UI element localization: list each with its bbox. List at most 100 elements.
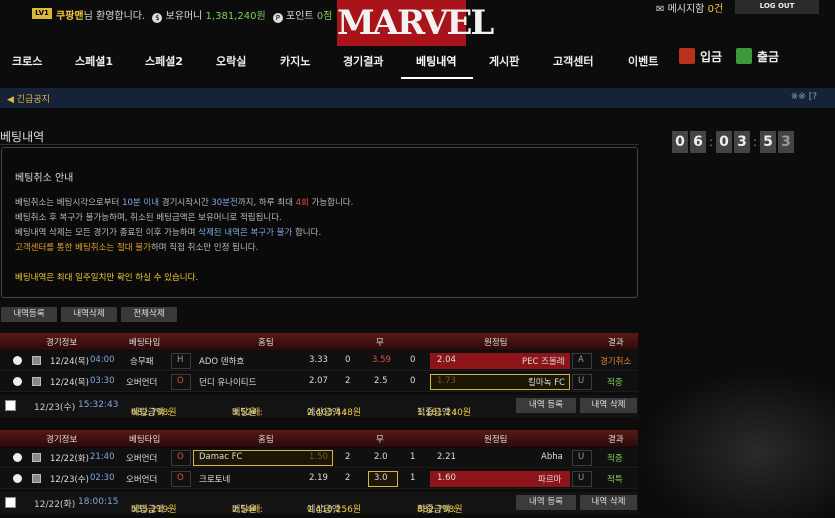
active-tab-underline xyxy=(401,77,473,79)
clock-digit: 5 xyxy=(760,131,776,153)
draw-odds: 2.5 xyxy=(374,376,388,386)
soccer-ball-icon xyxy=(13,474,22,483)
bet-type: 오버언더 xyxy=(126,454,158,464)
delete-history-button[interactable]: 내역삭제 xyxy=(61,307,117,322)
select-checkbox[interactable] xyxy=(5,497,16,508)
home-team: ADO 덴하흐 xyxy=(199,357,245,367)
bet-result: 적중 xyxy=(607,378,623,388)
home-odds: 2.07 xyxy=(309,376,328,386)
match-date: 12/23(수) xyxy=(50,475,89,485)
nav-casino[interactable]: 카지노 xyxy=(280,53,310,69)
welcome-text: 쿠팡맨님 환영합니다. $ 보유머니 1,381,240원 P 포인트 0점 xyxy=(56,7,332,23)
nav-board[interactable]: 게시판 xyxy=(489,53,519,69)
clock-colon: : xyxy=(752,135,758,149)
notice-bar[interactable]: ◀ 긴급공지 ※※ [? xyxy=(0,88,835,108)
select-checkbox[interactable] xyxy=(5,400,16,411)
col-home: 홈팀 xyxy=(258,435,274,445)
register-bet-button[interactable]: 내역 등록 xyxy=(516,495,576,510)
point-label: 포인트 xyxy=(286,11,314,22)
title-divider xyxy=(0,144,639,145)
away-odds: 1.73 xyxy=(437,376,456,386)
col-result: 결과 xyxy=(608,435,624,445)
delete-bet-button[interactable]: 내역 삭제 xyxy=(580,495,637,510)
home-team: 던디 유나이티드 xyxy=(199,378,257,388)
col-home: 홈팀 xyxy=(258,338,274,348)
logout-button[interactable]: LOG OUT xyxy=(735,0,819,14)
away-score: 1 xyxy=(410,473,416,483)
home-score: 2 xyxy=(345,473,351,483)
away-odds: 2.04 xyxy=(437,355,456,365)
bet-type: 오버언더 xyxy=(126,378,158,388)
nav-special2[interactable]: 스페셜2 xyxy=(145,53,183,69)
col-type: 베팅타입 xyxy=(129,435,161,445)
nav-cross[interactable]: 크로스 xyxy=(12,53,42,69)
bet-type: 오버언더 xyxy=(126,475,158,485)
register-bet-button[interactable]: 내역 등록 xyxy=(516,398,576,413)
bet-time: 18:00:15 xyxy=(78,497,119,507)
away-score: 1 xyxy=(410,452,416,462)
bet-table-header: 경기정보 베팅타입 홈팀 무 원정팀 결과 xyxy=(0,333,638,350)
home-score: 0 xyxy=(345,355,351,365)
info-title: 베팅취소 안내 xyxy=(15,173,74,184)
register-history-button[interactable]: 내역등록 xyxy=(1,307,57,322)
away-odds: 1.60 xyxy=(437,473,456,483)
league-flag-icon xyxy=(32,453,41,462)
soccer-ball-icon xyxy=(13,356,22,365)
bet-table-header: 경기정보 베팅타입 홈팀 무 원정팀 결과 xyxy=(0,430,638,447)
message-box-link[interactable]: ✉ 메시지함 0건 xyxy=(656,0,723,15)
delete-bet-button[interactable]: 내역 삭제 xyxy=(580,398,637,413)
deposit-button[interactable]: 입금 xyxy=(679,48,722,65)
match-time: 04:00 xyxy=(90,355,115,365)
bet-result: 적중 xyxy=(607,454,623,464)
away-odds: 2.21 xyxy=(437,452,456,462)
logo[interactable]: MARVEL xyxy=(337,0,494,46)
nav-bet-history[interactable]: 베팅내역 xyxy=(416,53,456,69)
home-team: Damac FC xyxy=(199,452,243,462)
away-flag: U xyxy=(578,376,585,386)
home-flag: O xyxy=(177,473,184,483)
bet-row: 12/24(목) 04:00 승무패 H ADO 덴하흐 3.33 0 3.59… xyxy=(0,351,638,371)
clock-digit: 3 xyxy=(778,131,794,153)
match-time: 02:30 xyxy=(90,473,115,483)
away-team: PEC 즈볼레 xyxy=(522,357,565,367)
match-time: 21:40 xyxy=(90,452,115,462)
away-team: 파르마 xyxy=(538,475,562,485)
deposit-label: 입금 xyxy=(700,50,723,64)
main-nav: 크로스 스페셜1 스페셜2 오락실 카지노 경기결과 베팅내역 게시판 고객센터… xyxy=(0,46,835,80)
nav-arcade[interactable]: 오락실 xyxy=(216,53,246,69)
col-info: 경기정보 xyxy=(46,435,78,445)
draw-odds: 3.0 xyxy=(374,473,388,483)
nav-support[interactable]: 고객센터 xyxy=(553,53,593,69)
message-count: 0건 xyxy=(707,4,724,15)
clock-colon: : xyxy=(708,135,714,149)
col-away: 원정팀 xyxy=(484,435,508,445)
away-flag: U xyxy=(578,452,585,462)
deposit-icon xyxy=(679,48,695,64)
info-line-3: 베팅내역 삭제는 모든 경기가 종료된 이후 가능하며 삭제된 내역은 복구가 … xyxy=(15,228,322,238)
withdraw-button[interactable]: 출금 xyxy=(736,48,779,65)
bet-summary: 12/22(화) 18:00:15 베팅금액 : 555,219원 배당율 : … xyxy=(0,492,638,515)
money-label: 보유머니 xyxy=(165,11,203,22)
welcome-suffix: 님 환영합니다. xyxy=(83,11,146,22)
cancel-info-box: 베팅취소 안내 베팅취소는 베팅시각으로부터 10분 이내 경기시작시간 30분… xyxy=(1,147,638,298)
bet-date: 12/23(수) xyxy=(34,403,76,413)
draw-odds: 3.59 xyxy=(372,355,391,365)
bet-row: 12/23(수) 02:30 오버언더 O 크로토네 2.19 2 3.0 1 … xyxy=(0,469,638,489)
nav-special1[interactable]: 스페셜1 xyxy=(75,53,113,69)
info-line-1: 베팅취소는 베팅시각으로부터 10분 이내 경기시작시간 30분전까지, 하루 … xyxy=(15,198,354,208)
delete-all-button[interactable]: 전체삭제 xyxy=(121,307,177,322)
match-date: 12/22(화) xyxy=(50,454,89,464)
envelope-icon: ✉ xyxy=(656,4,665,15)
away-flag: A xyxy=(578,355,584,365)
col-draw: 무 xyxy=(376,435,384,445)
point-value: 0점 xyxy=(316,11,333,22)
draw-odds: 2.0 xyxy=(374,452,388,462)
username: 쿠팡맨 xyxy=(56,11,84,22)
nav-results[interactable]: 경기결과 xyxy=(343,53,383,69)
nav-event[interactable]: 이벤트 xyxy=(628,53,658,69)
col-draw: 무 xyxy=(376,338,384,348)
home-flag: O xyxy=(177,376,184,386)
bet-type: 승무패 xyxy=(130,357,154,367)
col-info: 경기정보 xyxy=(46,338,78,348)
bet-row: 12/22(화) 21:40 오버언더 O Damac FC 1.50 2 2.… xyxy=(0,448,638,468)
